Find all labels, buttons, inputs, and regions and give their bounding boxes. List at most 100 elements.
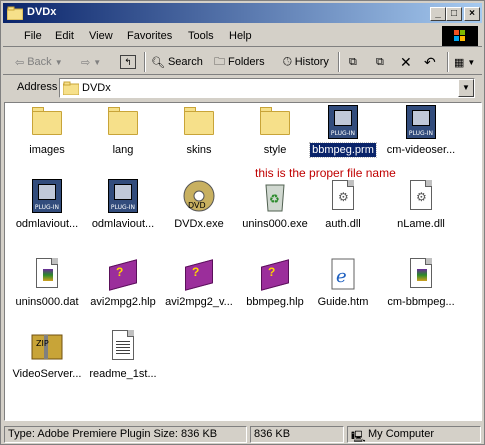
file-name: lang: [112, 144, 134, 156]
file-name: VideoServer...: [12, 368, 82, 380]
file-item[interactable]: cm-bbmpeg...: [383, 257, 459, 308]
file-item[interactable]: unins000.dat: [9, 257, 85, 308]
file-name: DVDx.exe: [174, 218, 224, 230]
file-name: Guide.htm: [317, 296, 369, 308]
menu-help[interactable]: Help: [229, 30, 252, 42]
file-item[interactable]: images: [9, 105, 85, 156]
forward-button[interactable]: ⇨ ▼: [81, 52, 101, 72]
premiere-plugin-icon: PLUG-IN: [106, 179, 140, 213]
file-item[interactable]: lang: [85, 105, 161, 156]
file-name: nLame.dll: [397, 218, 445, 230]
file-item[interactable]: ⚙ auth.dll: [305, 179, 381, 230]
views-icon: ▦: [454, 56, 465, 69]
file-item[interactable]: ? avi2mpg2.hlp: [85, 257, 161, 308]
menu-bar: File Edit View Favorites Tools Help: [3, 25, 482, 47]
menu-file[interactable]: File: [24, 30, 42, 42]
file-item[interactable]: PLUG-IN odmlaviout...: [9, 179, 85, 230]
up-folder-button[interactable]: ↰: [120, 52, 136, 72]
status-zone-label: My Computer: [368, 428, 435, 440]
undo-button[interactable]: ↶: [424, 52, 436, 72]
window-title: DVDx: [27, 6, 57, 18]
file-list-view[interactable]: images lang skins style PLUG-IN bbmpeg.prm PLU…: [4, 102, 482, 421]
file-item[interactable]: ZIP VideoServer...: [9, 329, 85, 380]
status-info: Type: Adobe Premiere Plugin Size: 836 KB: [4, 426, 247, 443]
svg-text:ZIP: ZIP: [36, 339, 49, 348]
file-item[interactable]: PLUG-IN cm-videoser...: [383, 105, 459, 156]
file-item[interactable]: style: [237, 105, 313, 156]
file-name: avi2mpg2.hlp: [90, 296, 156, 308]
premiere-plugin-icon: PLUG-IN: [404, 105, 438, 139]
history-icon: 🕓︎: [283, 55, 292, 68]
file-name: cm-bbmpeg...: [387, 296, 455, 308]
standard-toolbar: ⇦ Back ▼ ⇨ ▼ ↰ 🔍︎ Search 🗀︎ Folders 🕓︎ H…: [3, 48, 482, 75]
copy-to-button[interactable]: ⧉: [376, 52, 384, 72]
back-button[interactable]: ⇦ Back ▼: [15, 52, 63, 72]
menu-favorites[interactable]: Favorites: [127, 30, 172, 42]
menu-view[interactable]: View: [89, 30, 113, 42]
history-button[interactable]: 🕓︎ History: [283, 52, 329, 72]
explorer-window: DVDx _ □ × File Edit View Favorites Tool…: [0, 0, 485, 445]
folder-icon: [7, 6, 23, 20]
status-size: 836 KB: [250, 426, 344, 443]
file-item[interactable]: DVD DVDx.exe: [161, 179, 237, 230]
search-label: Search: [167, 56, 203, 68]
file-name: auth.dll: [325, 218, 361, 230]
address-bar: Address DVDx ▼: [3, 76, 482, 100]
toolbar-separator: [447, 52, 449, 72]
folders-icon: 🗀︎: [214, 55, 225, 68]
svg-text:DVD: DVD: [188, 201, 206, 210]
close-button[interactable]: ×: [464, 7, 480, 21]
file-item[interactable]: e Guide.htm: [305, 257, 381, 308]
status-bar: Type: Adobe Premiere Plugin Size: 836 KB…: [3, 424, 482, 444]
file-item[interactable]: skins: [161, 105, 237, 156]
move-to-button[interactable]: ⧉: [349, 52, 357, 72]
move-to-icon: ⧉: [349, 55, 357, 68]
copy-to-icon: ⧉: [376, 55, 384, 68]
folders-button[interactable]: 🗀︎ Folders: [214, 52, 265, 72]
back-label: Back: [27, 56, 52, 68]
toolbar-separator: [144, 52, 146, 72]
help-book-icon: ?: [258, 257, 292, 291]
file-item[interactable]: ♻ unins000.exe: [237, 179, 313, 230]
title-bar[interactable]: DVDx _ □ ×: [3, 3, 482, 23]
history-label: History: [294, 56, 329, 68]
file-name: unins000.exe: [242, 218, 308, 230]
file-item[interactable]: PLUG-IN bbmpeg.prm: [305, 105, 381, 158]
file-name: cm-videoser...: [386, 144, 456, 156]
file-item[interactable]: ⚙ nLame.dll: [383, 179, 459, 230]
file-item[interactable]: ? bbmpeg.hlp: [237, 257, 313, 308]
maximize-button[interactable]: □: [446, 7, 462, 21]
file-name: style: [263, 144, 287, 156]
file-name: bbmpeg.prm: [309, 142, 377, 158]
delete-button[interactable]: ✕: [400, 52, 412, 72]
file-name: unins000.dat: [15, 296, 79, 308]
views-button[interactable]: ▦ ▼: [454, 52, 475, 72]
up-folder-icon: ↰: [120, 55, 136, 69]
search-button[interactable]: 🔍︎ Search: [151, 52, 203, 72]
menu-edit[interactable]: Edit: [55, 30, 74, 42]
status-zone: 🖳︎ My Computer: [347, 426, 481, 443]
dll-gear-icon: ⚙: [326, 179, 360, 213]
help-book-icon: ?: [182, 257, 216, 291]
svg-text:e: e: [336, 266, 347, 287]
folder-icon: [106, 105, 140, 139]
address-field[interactable]: DVDx ▼: [59, 78, 475, 98]
address-label: Address: [17, 81, 58, 93]
dll-gear-icon: ⚙: [404, 179, 438, 213]
dropdown-arrow-icon: ▼: [54, 57, 63, 67]
address-dropdown-button[interactable]: ▼: [458, 79, 474, 97]
help-book-icon: ?: [106, 257, 140, 291]
file-item[interactable]: PLUG-IN odmlaviout...: [85, 179, 161, 230]
file-item[interactable]: readme_1st...: [85, 329, 161, 380]
back-arrow-icon: ⇦: [15, 56, 25, 69]
dropdown-arrow-icon: ▼: [93, 57, 102, 67]
file-item[interactable]: ? avi2mpg2_v...: [161, 257, 237, 308]
folder-icon: [63, 81, 79, 95]
my-computer-icon: 🖳︎: [351, 431, 366, 443]
minimize-button[interactable]: _: [430, 7, 446, 21]
file-name: odmlaviout...: [91, 218, 155, 230]
premiere-plugin-icon: PLUG-IN: [326, 105, 360, 139]
menu-tools[interactable]: Tools: [188, 30, 214, 42]
recycle-bin-icon: ♻: [258, 179, 292, 213]
file-name: readme_1st...: [89, 368, 157, 380]
